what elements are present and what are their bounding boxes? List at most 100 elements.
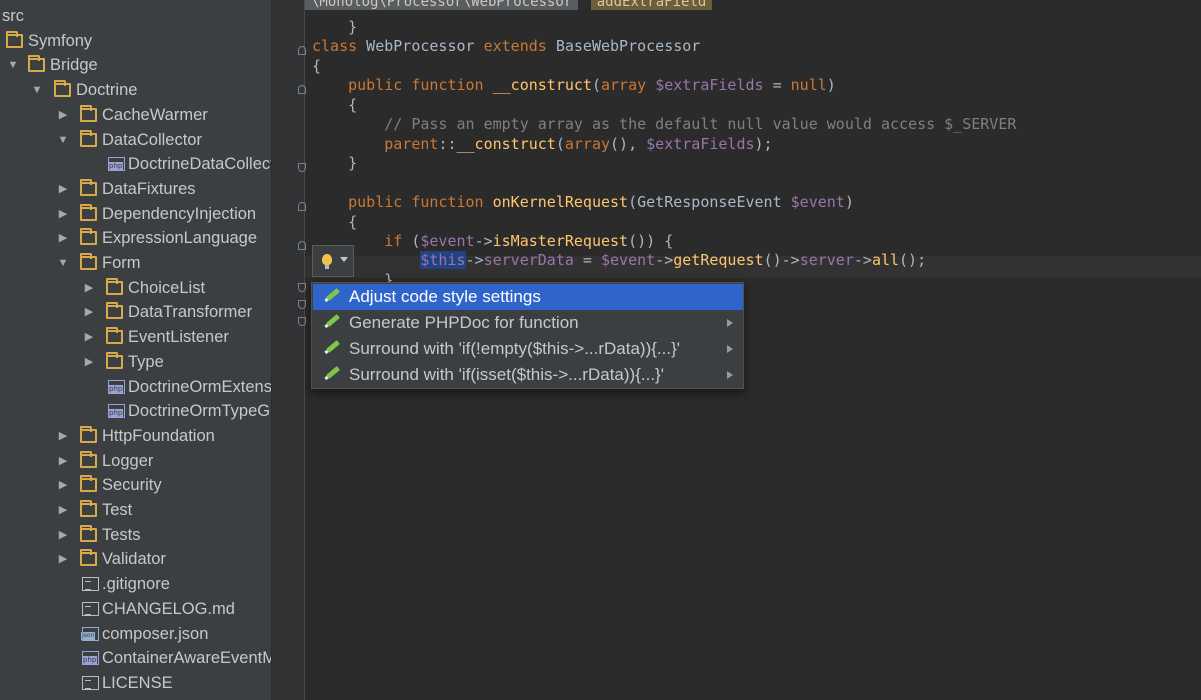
tree-item-label: DataCollector [102,130,202,149]
tree-file-item[interactable]: LICENSE [0,671,271,695]
folder-icon [80,450,97,468]
code-line[interactable]: { [312,56,321,76]
tree-item-label: Bridge [50,56,98,75]
tree-folder-item[interactable]: ▶ Test [0,498,271,522]
code-token: serverData [483,251,574,270]
code-token: -> [465,251,484,270]
php-file-icon [108,404,125,419]
folder-icon [106,277,123,295]
code-line[interactable]: public function __construct(array $extra… [312,75,836,95]
code-line[interactable]: { [312,212,357,232]
tree-root-item[interactable]: src [0,4,271,28]
tree-folder-item[interactable]: ▶ HttpFoundation [0,424,271,448]
submenu-arrow-icon[interactable] [727,371,733,379]
tree-item-label: CacheWarmer [102,105,208,124]
code-line[interactable]: if ($event->isMasterRequest()) { [312,231,673,251]
code-token: $extraFields [646,134,755,153]
code-token: __construct [456,134,556,153]
tree-folder-item[interactable]: ▶ DataFixtures [0,177,271,201]
code-token: :: [438,134,457,153]
code-token: // Pass an empty array as the default nu… [384,115,1017,134]
chevron-right-icon[interactable]: ▶ [56,449,70,473]
tree-folder-item[interactable]: ▶ Validator [0,547,271,571]
code-line[interactable]: class WebProcessor extends BaseWebProces… [312,36,700,56]
intention-action-item[interactable]: Surround with 'if(isset($this->...rData)… [313,362,743,388]
code-line[interactable]: } [312,153,357,173]
chevron-right-icon[interactable]: ▶ [56,523,70,547]
tree-folder-item[interactable]: Symfony [0,29,271,53]
code-line[interactable]: { [312,95,357,115]
tree-folder-item[interactable]: ▶ Type [0,350,271,374]
tree-folder-item[interactable]: ▶ Security [0,473,271,497]
tree-folder-item[interactable]: ▶ ExpressionLanguage [0,226,271,250]
tree-folder-item[interactable]: ▼ DataCollector [0,128,271,152]
code-line[interactable]: // Pass an empty array as the default nu… [312,114,1016,134]
intention-action-item[interactable]: Generate PHPDoc for function [313,310,743,336]
tree-item-label: src [2,7,24,25]
chevron-down-icon[interactable]: ▼ [56,251,70,275]
chevron-right-icon[interactable]: ▶ [56,177,70,201]
pencil-icon [326,314,340,327]
tree-folder-item[interactable]: ▼ Bridge [0,53,271,77]
code-token: } [312,18,358,36]
intention-action-item[interactable]: Adjust code style settings [313,284,743,310]
tree-folder-item[interactable]: ▼ Form [0,251,271,275]
chevron-right-icon[interactable]: ▶ [82,325,96,349]
tree-folder-item[interactable]: ▶ DataTransformer [0,300,271,324]
code-line[interactable]: public function onKernelRequest(GetRespo… [312,192,854,212]
tree-file-item[interactable]: DoctrineOrmTypeGuesser.php [0,399,271,423]
tree-file-item[interactable]: DoctrineOrmExtension.php [0,375,271,399]
tree-folder-item[interactable]: ▶ Tests [0,523,271,547]
intention-action-item[interactable]: Surround with 'if(!empty($this->...rData… [313,336,743,362]
submenu-arrow-icon[interactable] [727,345,733,353]
intention-bulb-button[interactable] [312,245,354,277]
chevron-down-icon[interactable]: ▼ [6,53,20,77]
submenu-arrow-icon[interactable] [727,319,733,327]
tree-folder-item[interactable]: ▶ DependencyInjection [0,202,271,226]
chevron-right-icon[interactable]: ▶ [56,226,70,250]
folder-icon [80,228,97,246]
tree-file-item[interactable]: ContainerAwareEventManager.php [0,646,271,670]
code-line[interactable]: $this->serverData = $event->getRequest()… [312,250,926,270]
code-token: if [384,231,403,250]
tree-item-label: ExpressionLanguage [102,229,258,248]
code-token: public function [348,193,484,212]
breadcrumb-class[interactable]: \Monolog\Processor\WebProcessor [305,0,579,10]
chevron-right-icon[interactable]: ▶ [56,498,70,522]
chevron-right-icon[interactable]: ▶ [56,202,70,226]
tree-item-label: DataFixtures [102,179,196,198]
chevron-right-icon[interactable]: ▶ [56,473,70,497]
chevron-down-icon[interactable]: ▼ [56,128,70,152]
chevron-right-icon[interactable]: ▶ [82,276,96,300]
folder-icon [6,30,23,48]
code-token: -> [474,231,493,250]
tree-folder-item[interactable]: ▶ ChoiceList [0,276,271,300]
code-line[interactable]: parent::__construct(array(), $extraField… [312,134,772,154]
code-token: BaseWebProcessor [546,37,701,56]
php-file-icon [108,379,125,394]
lightbulb-icon [322,254,332,269]
tree-file-item[interactable]: CHANGELOG.md [0,597,271,621]
pencil-icon [326,366,340,379]
tree-item-label: Security [102,476,162,495]
code-token: $event [420,231,475,250]
code-token: onKernelRequest [492,193,629,212]
tree-file-item[interactable]: composer.json [0,622,271,646]
chevron-down-icon[interactable]: ▼ [30,78,44,102]
code-token: server [799,251,854,270]
code-line[interactable]: } [312,17,357,37]
tree-folder-item[interactable]: ▶ Logger [0,449,271,473]
tree-folder-item[interactable]: ▼ Doctrine [0,78,271,102]
tree-folder-item[interactable]: ▶ CacheWarmer [0,103,271,127]
tree-file-item[interactable]: .gitignore [0,572,271,596]
chevron-right-icon[interactable]: ▶ [82,300,96,324]
chevron-right-icon[interactable]: ▶ [56,547,70,571]
chevron-right-icon[interactable]: ▶ [56,103,70,127]
chevron-right-icon[interactable]: ▶ [82,350,96,374]
chevron-right-icon[interactable]: ▶ [56,424,70,448]
breadcrumb-method[interactable]: addExtraField [590,0,713,10]
tree-folder-item[interactable]: ▶ EventListener [0,325,271,349]
tree-file-item[interactable]: DoctrineDataCollector.php [0,152,271,176]
